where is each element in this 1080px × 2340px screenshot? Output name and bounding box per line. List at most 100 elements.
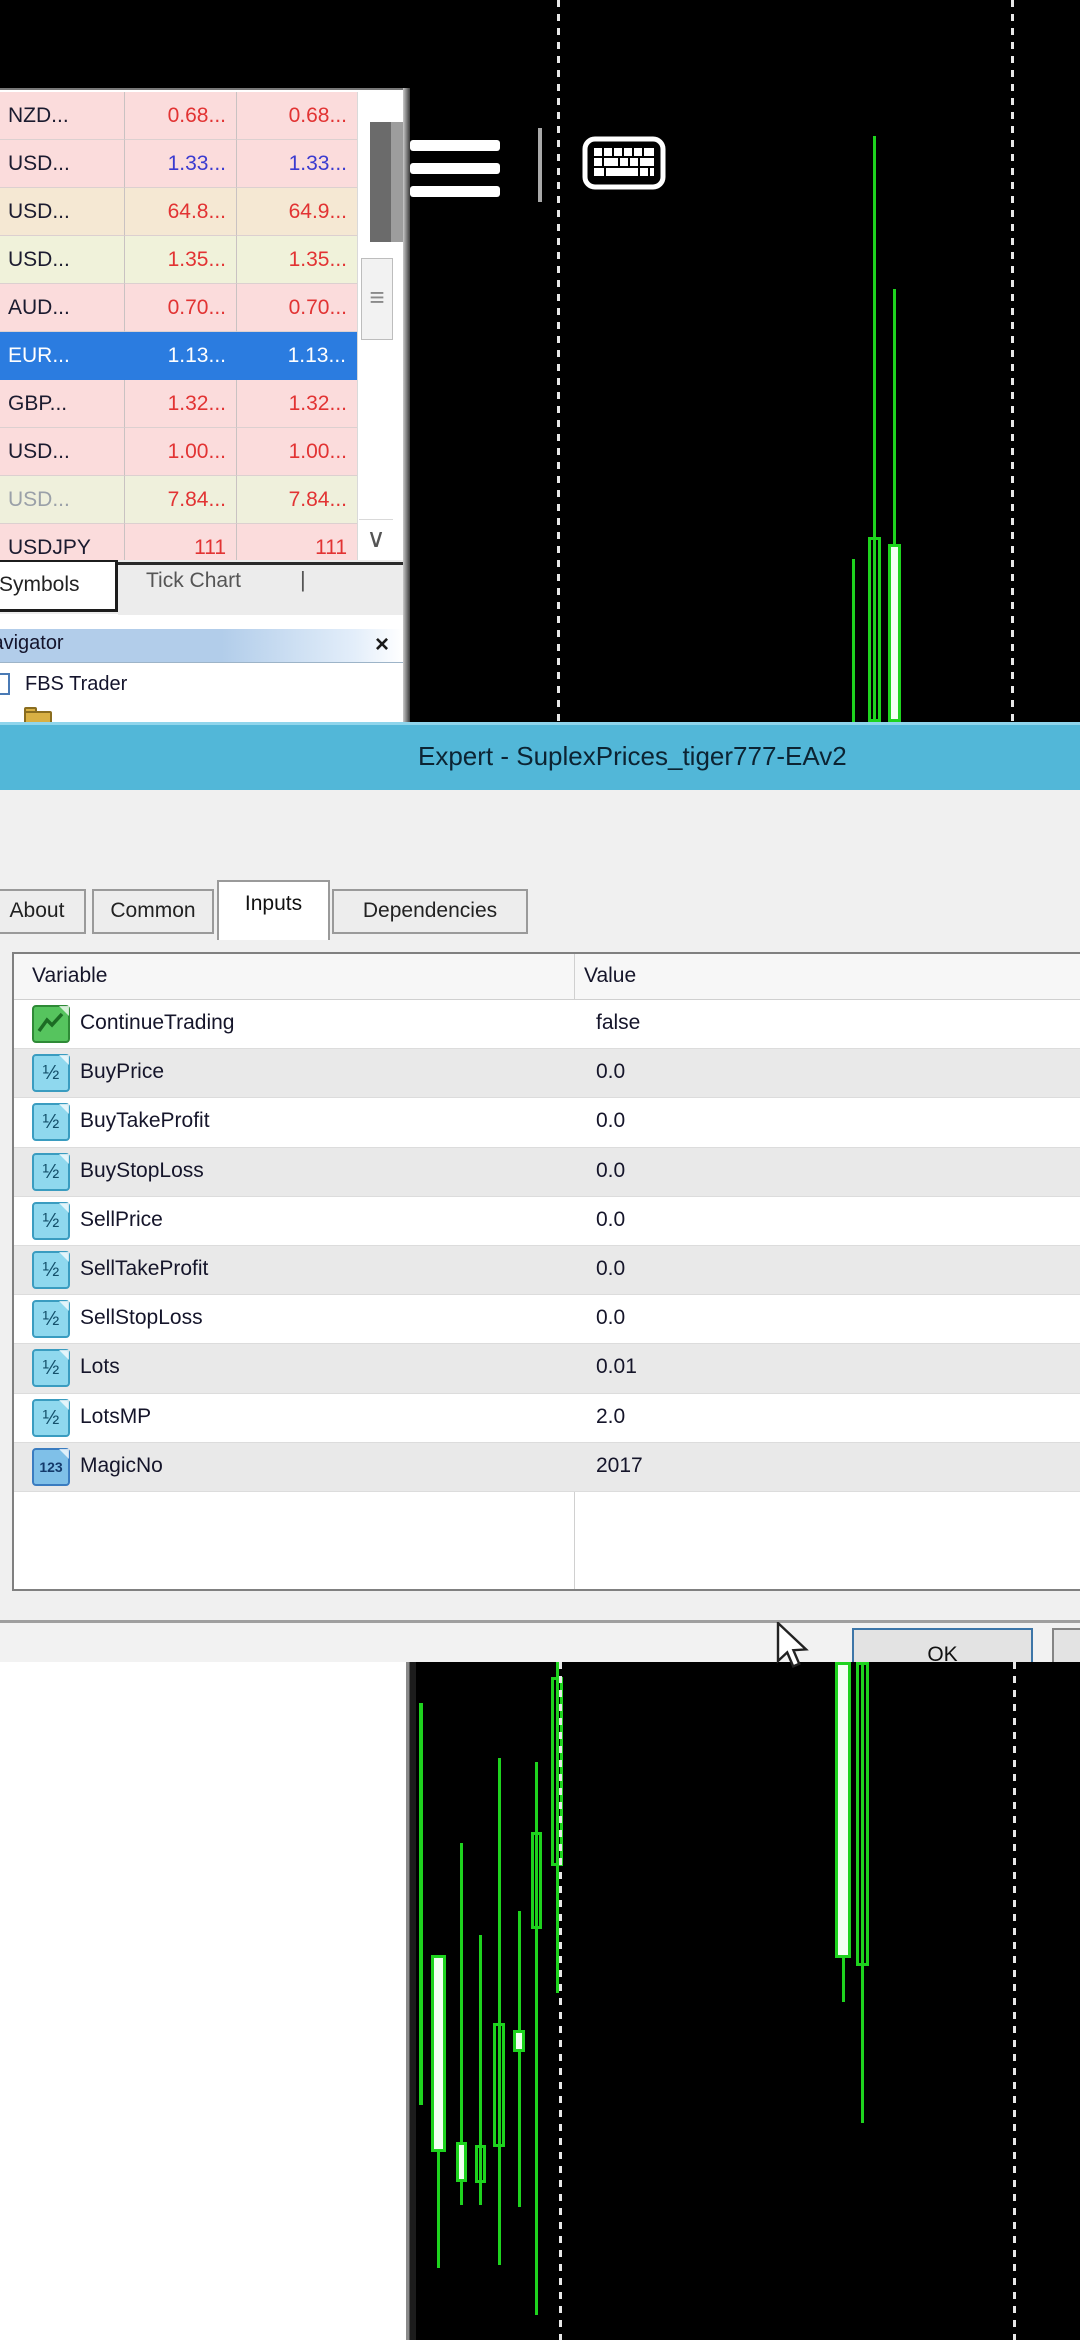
parameter-row[interactable]: ½ SellPrice 0.0 [14,1197,1080,1246]
ask-cell: 111 [237,524,357,560]
tab-symbols[interactable]: Symbols [0,560,118,612]
column-header-variable[interactable]: Variable [32,964,108,988]
symbol-cell: USD... [0,428,125,476]
parameter-name: MagicNo [80,1454,163,1478]
tab-about[interactable]: About [0,889,86,934]
market-watch-tabs: Symbols Tick Chart | [0,560,410,614]
symbol-cell: USD... [0,476,125,524]
inputs-table: Variable Value ContinueTradingfalse½BuyP… [12,952,1080,1591]
parameter-name: SellStopLoss [80,1306,203,1330]
candle-wick [852,559,855,722]
bid-cell: 1.00... [125,428,237,476]
tab-separator: | [300,567,306,593]
menu-bar [410,186,500,197]
parameter-row[interactable]: ½Lots0.01 [14,1344,1080,1393]
double-type-icon: ½ [32,1300,70,1338]
navigator-item-label: FBS Trader [25,673,127,696]
symbol-cell: USD... [0,236,125,284]
expert-properties-dialog: Expert - SuplexPrices_tiger777-EAv2 Abou… [0,722,1080,1662]
parameter-row[interactable]: ½ BuyStopLoss 0.0 [14,1148,1080,1197]
table-header: Variable Value [14,954,1080,1000]
close-icon[interactable]: × [375,631,389,659]
candle-wick [419,1703,423,2105]
left-panel-column: NZD...0.68...0.68...USD...1.33...1.33...… [0,88,410,724]
column-header-value[interactable]: Value [584,964,636,988]
period-separator-line [559,1662,562,2340]
symbol-cell: GBP... [0,380,125,428]
market-watch-row[interactable]: USD...7.84...7.84... [0,476,357,524]
tab-tick-chart[interactable]: Tick Chart [146,569,241,593]
market-watch-row[interactable]: NZD...0.68...0.68... [0,92,357,140]
navigator-item-fbs-trader[interactable]: FBS Trader [0,671,300,701]
scrollbar-down-icon[interactable]: ∨ [359,519,393,560]
parameter-value[interactable]: 0.0 [596,1208,625,1232]
parameter-value[interactable]: 0.0 [596,1060,625,1084]
menu-bar [410,140,500,151]
tab-strip: Tick Chart | [118,562,410,616]
bottom-chart-area[interactable] [0,1662,1080,2340]
symbol-cell: NZD... [0,92,125,140]
parameter-value[interactable]: false [596,1011,640,1035]
candle-body [513,2030,525,2052]
parameter-name: BuyTakeProfit [80,1109,210,1133]
bid-cell: 111 [125,524,237,560]
tab-common[interactable]: Common [92,889,214,934]
parameter-name: SellPrice [80,1208,163,1232]
bottom-left-panel [0,1662,406,2340]
bid-cell: 1.13... [125,332,237,380]
double-type-icon: ½ [32,1153,70,1191]
market-watch-row[interactable]: USD...1.00...1.00... [0,428,357,476]
candle-body [493,2023,505,2147]
tab-inputs[interactable]: Inputs [217,880,330,940]
ask-cell: 1.32... [237,380,357,428]
market-watch-row[interactable]: GBP...1.32...1.32... [0,380,357,428]
parameter-row[interactable]: ½BuyPrice0.0 [14,1049,1080,1098]
parameter-value[interactable]: 2.0 [596,1405,625,1429]
parameter-value[interactable]: 0.0 [596,1257,625,1281]
symbol-cell: USD... [0,140,125,188]
tab-dependencies[interactable]: Dependencies [332,889,528,934]
parameter-name: BuyStopLoss [80,1159,204,1183]
parameter-row[interactable]: ½BuyTakeProfit0.0 [14,1098,1080,1147]
parameter-row[interactable]: ContinueTradingfalse [14,1000,1080,1049]
parameter-name: SellTakeProfit [80,1257,208,1281]
market-watch-row[interactable]: AUD...0.70...0.70... [0,284,357,332]
parameter-value[interactable]: 0.0 [596,1306,625,1330]
parameter-value[interactable]: 0.0 [596,1109,625,1133]
bid-cell: 0.68... [125,92,237,140]
ask-cell: 1.33... [237,140,357,188]
menu-icon[interactable] [410,136,502,200]
parameter-row[interactable]: ½SellTakeProfit0.0 [14,1246,1080,1295]
parameter-value[interactable]: 0.01 [596,1355,637,1379]
market-watch-row[interactable]: USD...1.33...1.33... [0,140,357,188]
market-watch-row[interactable]: USD...64.8...64.9... [0,188,357,236]
symbol-cell: USD... [0,188,125,236]
panel-edge [403,88,410,722]
ask-cell: 0.70... [237,284,357,332]
navigator-title: Navigator [0,632,64,655]
market-watch-row[interactable]: EUR...1.13...1.13... [0,332,357,380]
scrollbar-thumb[interactable]: ≡ [361,258,393,340]
double-type-icon: ½ [32,1202,70,1240]
candle-body [888,544,901,722]
symbol-cell: USDJPY [0,524,125,560]
parameter-value[interactable]: 0.0 [596,1159,625,1183]
parameter-row[interactable]: ½LotsMP2.0 [14,1394,1080,1443]
keyboard-icon[interactable] [582,136,666,190]
parameter-value[interactable]: 2017 [596,1454,643,1478]
market-watch-row[interactable]: USDJPY111111 [0,524,357,560]
parameter-name: Lots [80,1355,120,1379]
symbol-cell: AUD... [0,284,125,332]
mouse-cursor [776,1622,812,1681]
parameter-row[interactable]: 123MagicNo2017 [14,1443,1080,1492]
parameter-row[interactable]: ½ SellStopLoss 0.0 [14,1295,1080,1344]
bid-cell: 1.32... [125,380,237,428]
table-rows: ContinueTradingfalse½BuyPrice0.0 ½ BuyTake… [14,1000,1080,1492]
candle-body [456,2142,467,2182]
panel-edge [406,1662,416,2340]
market-watch-row[interactable]: USD...1.35...1.35... [0,236,357,284]
bid-cell: 64.8... [125,188,237,236]
candle-body [431,1955,446,2152]
bid-cell: 1.35... [125,236,237,284]
candle-body [475,2145,486,2183]
